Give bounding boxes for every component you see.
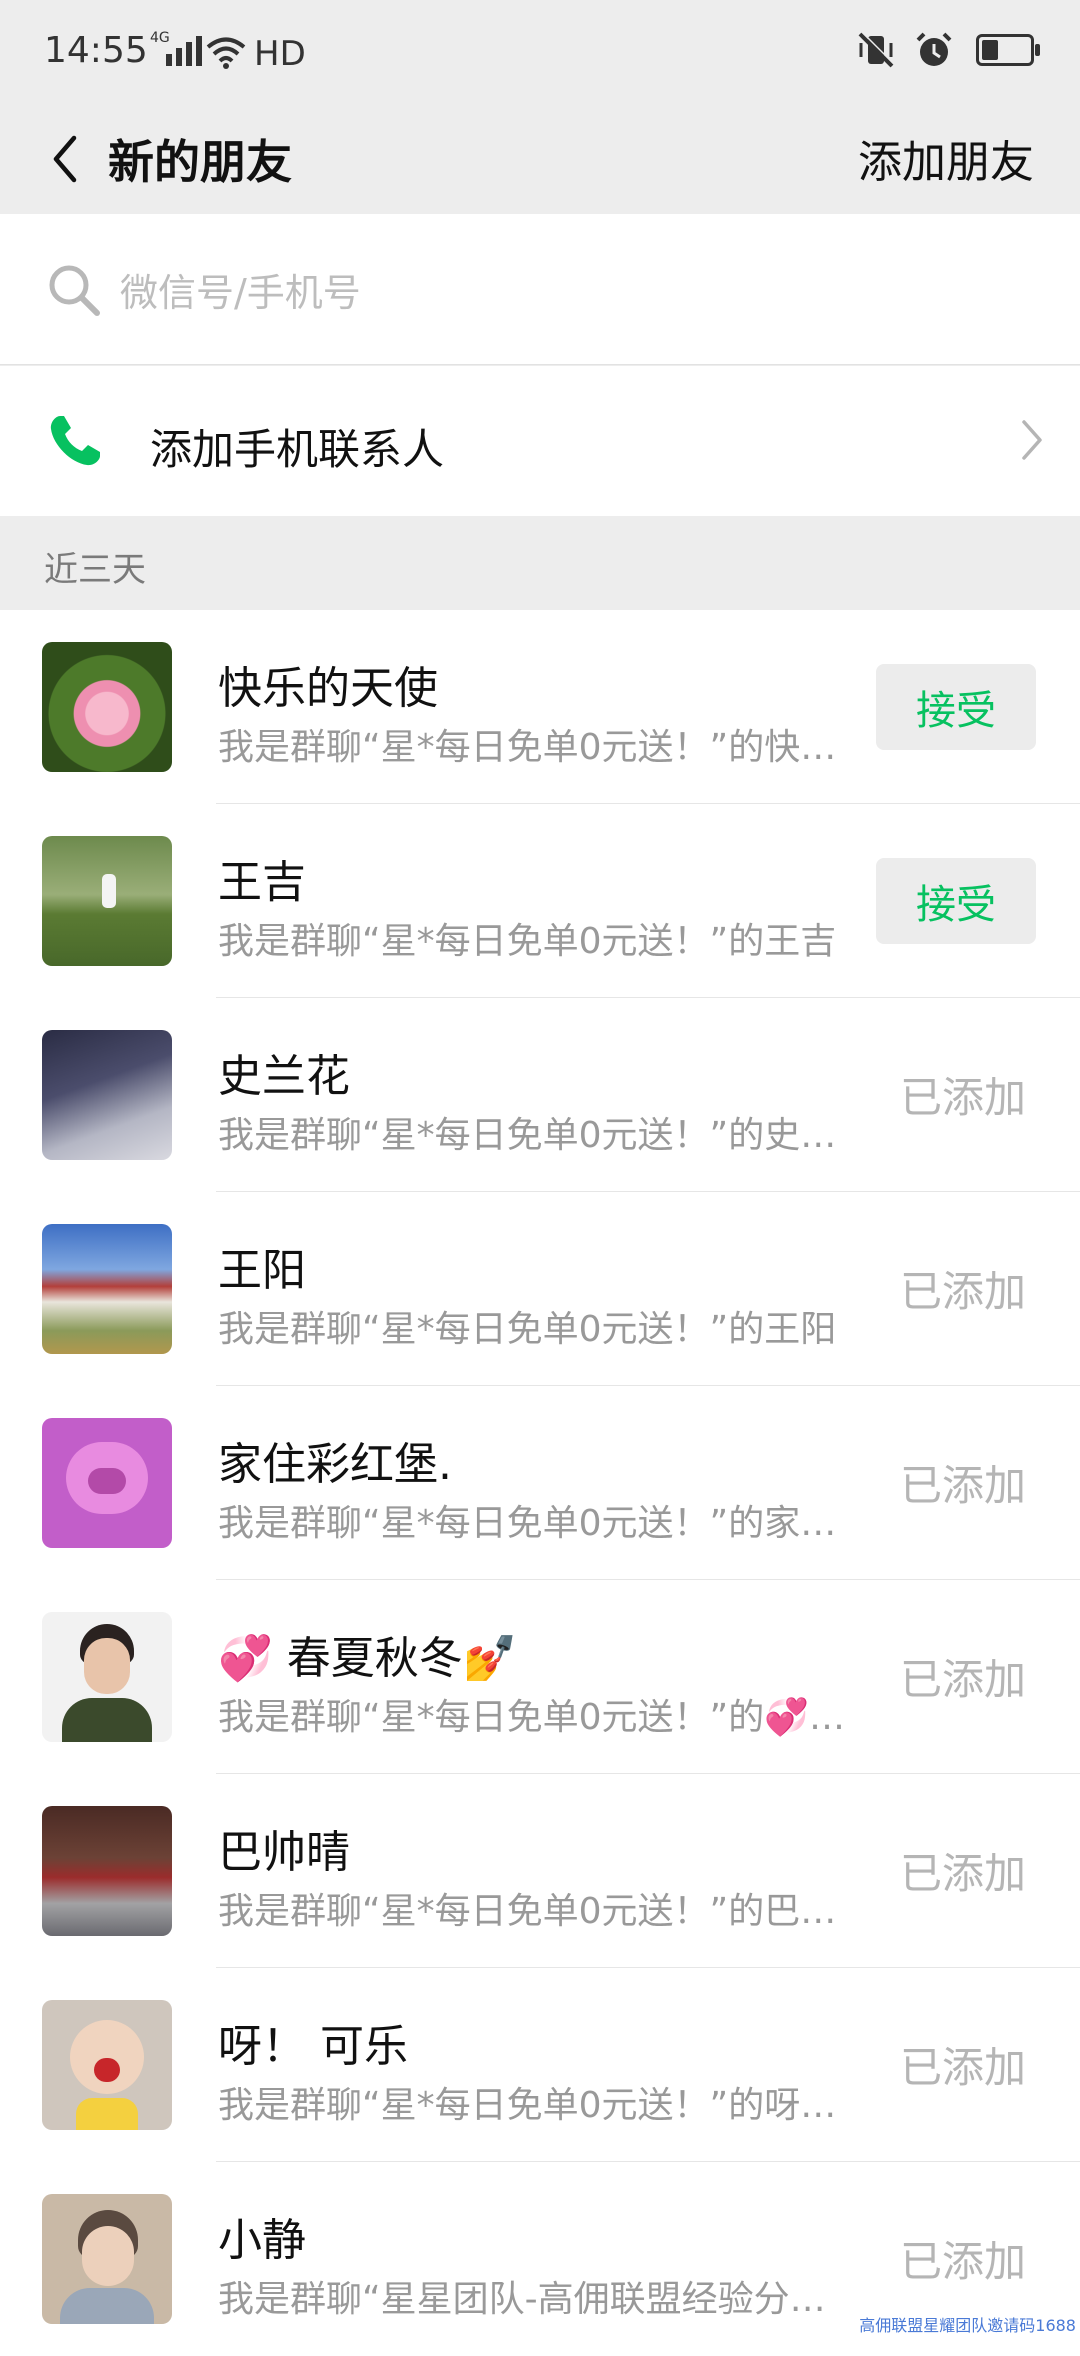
request-name: 史兰花 [218, 1051, 350, 1102]
back-button[interactable] [30, 124, 100, 194]
request-name: 王吉 [218, 857, 306, 908]
request-name: 家住彩红堡. [218, 1439, 452, 1490]
avatar[interactable] [42, 2000, 172, 2130]
section-header-label: 近三天 [44, 550, 146, 590]
request-message: 我是群聊“星星团队-高佣联盟经验分享群”的小静 [218, 2279, 848, 2320]
request-message: 我是群聊“星*每日免单0元送！”的王吉 [218, 921, 837, 962]
avatar[interactable] [42, 836, 172, 966]
add-phone-contacts-label: 添加手机联系人 [150, 425, 445, 474]
chevron-left-icon [53, 135, 77, 183]
search-icon [49, 265, 100, 316]
nav-bar: 新的朋友 添加朋友 [0, 104, 1080, 214]
list-item[interactable]: 家住彩红堡. 我是群聊“星*每日免单0元送！”的家住彩红堡. 已添加 [0, 1386, 1080, 1580]
list-item[interactable]: 快乐的天使 我是群聊“星*每日免单0元送！”的快乐的天使 接受 [0, 610, 1080, 804]
chevron-right-icon [1022, 420, 1042, 460]
phone-icon [50, 416, 100, 466]
add-phone-contacts-row[interactable]: 添加手机联系人 [0, 366, 1080, 516]
add-friend-button[interactable]: 添加朋友 [858, 126, 1034, 190]
search-bar [0, 214, 1080, 365]
request-name: 王阳 [218, 1245, 306, 1296]
added-status: 已添加 [899, 1461, 1026, 1510]
request-name: 小静 [218, 2215, 306, 2266]
status-bar: 14:55 4G HD [0, 0, 1080, 104]
list-item[interactable]: 呀！ 可乐 我是群聊“星*每日免单0元送！”的呀！ 可乐 已添加 [0, 1968, 1080, 2162]
wifi-icon [206, 37, 246, 69]
avatar[interactable] [42, 1224, 172, 1354]
alarm-icon [916, 32, 952, 66]
search-input[interactable] [118, 264, 1022, 322]
request-name: 快乐的天使 [218, 663, 438, 714]
list-item[interactable]: 王吉 我是群聊“星*每日免单0元送！”的王吉 接受 [0, 804, 1080, 998]
request-message: 我是群聊“星*每日免单0元送！”的王阳 [218, 1309, 837, 1350]
list-item[interactable]: 王阳 我是群聊“星*每日免单0元送！”的王阳 已添加 [0, 1192, 1080, 1386]
request-message: 我是群聊“星*每日免单0元送！”的巴帅晴 [218, 1891, 848, 1932]
request-name: 巴帅晴 [218, 1827, 350, 1878]
request-message: 我是群聊“星*每日免单0元送！”的家住彩红堡. [218, 1503, 848, 1544]
added-status: 已添加 [899, 1849, 1026, 1898]
request-name: 💞 春夏秋冬💅 [218, 1633, 518, 1684]
vibrate-off-icon [858, 31, 895, 68]
request-message: 我是群聊“星*每日免单0元送！”的快乐的天使 [218, 727, 848, 768]
added-status: 已添加 [899, 2043, 1026, 2092]
avatar[interactable] [42, 2194, 172, 2324]
status-time: 14:55 [44, 30, 148, 71]
added-status: 已添加 [899, 1267, 1026, 1316]
request-message: 我是群聊“星*每日免单0元送！”的💞 春夏秋冬💅 [218, 1697, 848, 1738]
accept-button[interactable]: 接受 [876, 664, 1036, 750]
avatar[interactable] [42, 1418, 172, 1548]
list-item[interactable]: 史兰花 我是群聊“星*每日免单0元送！”的史兰花 已添加 [0, 998, 1080, 1192]
request-message: 我是群聊“星*每日免单0元送！”的史兰花 [218, 1115, 848, 1156]
signal-icon: 4G [150, 30, 202, 70]
request-message: 我是群聊“星*每日免单0元送！”的呀！ 可乐 [218, 2085, 848, 2126]
added-status: 已添加 [899, 2237, 1026, 2286]
battery-icon [976, 34, 1040, 66]
avatar[interactable] [42, 642, 172, 772]
avatar[interactable] [42, 1030, 172, 1160]
watermark: 高佣联盟星耀团队邀请码1688 [859, 2316, 1076, 2335]
list-item[interactable]: 巴帅晴 我是群聊“星*每日免单0元送！”的巴帅晴 已添加 [0, 1774, 1080, 1968]
status-right [856, 30, 1040, 70]
avatar[interactable] [42, 1612, 172, 1742]
added-status: 已添加 [899, 1655, 1026, 1704]
avatar[interactable] [42, 1806, 172, 1936]
accept-button[interactable]: 接受 [876, 858, 1036, 944]
section-header: 近三天 [0, 516, 1080, 610]
added-status: 已添加 [899, 1073, 1026, 1122]
friend-request-list: 快乐的天使 我是群聊“星*每日免单0元送！”的快乐的天使 接受 王吉 我是群聊“… [0, 610, 1080, 2356]
hd-indicator: HD [254, 34, 306, 74]
list-item[interactable]: 💞 春夏秋冬💅 我是群聊“星*每日免单0元送！”的💞 春夏秋冬💅 已添加 [0, 1580, 1080, 1774]
request-name: 呀！ 可乐 [218, 2021, 408, 2072]
page-title: 新的朋友 [108, 135, 292, 189]
